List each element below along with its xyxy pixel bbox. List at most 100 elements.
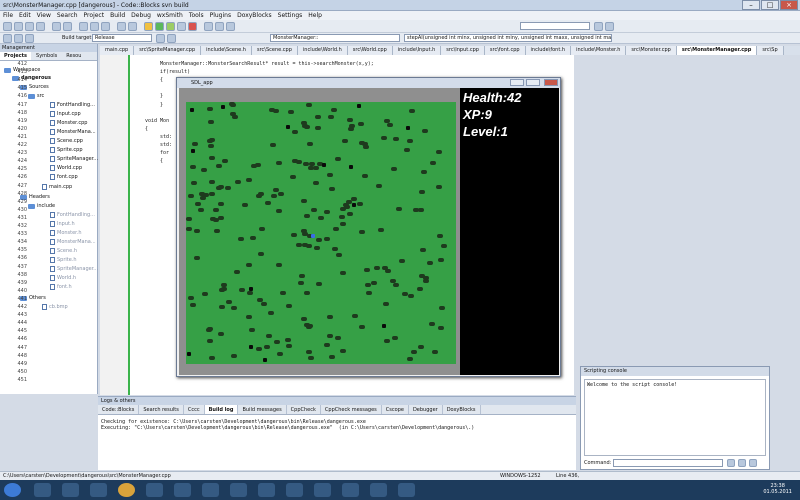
tab-cscope[interactable]: Cscope [382, 405, 409, 414]
tree-file[interactable]: Monster.cpp [50, 120, 87, 126]
tab-monstermanager-cpp[interactable]: src\MonsterManager.cpp [676, 46, 758, 55]
taskbar-app-icon[interactable] [230, 483, 247, 497]
taskbar-app-icon[interactable] [314, 483, 331, 497]
tab-input-h[interactable]: include\Input.h [392, 46, 442, 55]
clear-icon[interactable] [749, 459, 757, 467]
taskbar-app-icon[interactable] [174, 483, 191, 497]
taskbar-app-icon[interactable] [202, 483, 219, 497]
tree-file[interactable]: FontHandling... [50, 212, 95, 218]
search-combo[interactable] [520, 22, 590, 30]
sdl-minimize-button[interactable] [510, 79, 524, 86]
execute-icon[interactable] [727, 459, 735, 467]
paste-icon[interactable] [101, 22, 110, 31]
undo-icon[interactable] [52, 22, 61, 31]
tab-doxyblocks[interactable]: DoxyBlocks [443, 405, 481, 414]
start-button[interactable] [4, 483, 21, 497]
tab-scene-h[interactable]: include\Scene.h [201, 46, 252, 55]
tree-file[interactable]: World.cpp [50, 165, 82, 171]
find-icon[interactable] [117, 22, 126, 31]
new-file-icon[interactable] [3, 22, 12, 31]
menu-help[interactable]: Help [308, 12, 322, 19]
minimize-button[interactable]: – [742, 0, 760, 10]
menu-project[interactable]: Project [84, 12, 105, 19]
tab-input-cpp[interactable]: src\Input.cpp [441, 46, 485, 55]
save-all-icon[interactable] [36, 22, 45, 31]
menu-view[interactable]: View [37, 12, 51, 19]
maximize-button[interactable]: □ [761, 0, 779, 10]
command-input[interactable] [613, 459, 723, 467]
close-button[interactable]: × [780, 0, 798, 10]
tree-file[interactable]: main.cpp [42, 184, 72, 190]
tab-cppcheck-messages[interactable]: CppCheck messages [321, 405, 382, 414]
next-icon[interactable] [167, 34, 176, 43]
tree-file[interactable]: Sprite.cpp [50, 147, 83, 153]
redo-icon[interactable] [63, 22, 72, 31]
tree-file[interactable]: Monster.h [50, 230, 82, 236]
menu-debug[interactable]: Debug [131, 12, 151, 19]
tab-font-cpp[interactable]: src\font.cpp [484, 46, 526, 55]
rebuild-icon[interactable] [177, 22, 186, 31]
tab-spritemanager-cpp[interactable]: src\SpriteManager.cpp [134, 46, 202, 55]
tab-monster-h[interactable]: include\Monster.h [571, 46, 627, 55]
save-icon[interactable] [25, 22, 34, 31]
cut-icon[interactable] [79, 22, 88, 31]
load-icon[interactable] [738, 459, 746, 467]
tab-build-log[interactable]: Build log [204, 405, 239, 414]
tab-world-h[interactable]: include\World.h [297, 46, 348, 55]
tree-file[interactable]: Input.cpp [50, 111, 81, 117]
tab-resources[interactable]: Resou [62, 52, 85, 60]
taskbar-app-icon[interactable] [90, 483, 107, 497]
menu-doxyblocks[interactable]: DoxyBlocks [237, 12, 272, 19]
open-icon[interactable] [14, 22, 23, 31]
menu-search[interactable]: Search [57, 12, 78, 19]
sdl-window[interactable]: SDL_app Health:42 XP:9 Level:1 [176, 77, 561, 377]
prev-icon[interactable] [156, 34, 165, 43]
clock[interactable]: 23:38 01.05.2011 [763, 483, 792, 495]
taskbar-steam-icon[interactable] [286, 483, 303, 497]
tree-file[interactable]: Sprite.h [50, 257, 77, 263]
game-canvas[interactable]: Health:42 XP:9 Level:1 [179, 88, 559, 375]
tab-cppcheck[interactable]: CppCheck [287, 405, 321, 414]
tab-world-cpp[interactable]: src\World.cpp [347, 46, 393, 55]
tree-file[interactable]: font.cpp [50, 174, 78, 180]
abort-icon[interactable] [188, 22, 197, 31]
taskbar-app-icon[interactable] [370, 483, 387, 497]
build-run-icon[interactable] [166, 22, 175, 31]
tree-file[interactable]: cb.bmp [42, 304, 68, 310]
tab-scene-cpp[interactable]: src\Scene.cpp [251, 46, 298, 55]
tab-projects[interactable]: Projects [0, 52, 32, 60]
function-select[interactable]: stepAI(unsigned int minx, unsigned int m… [404, 34, 612, 42]
tab-main-cpp[interactable]: main.cpp [100, 46, 135, 55]
step-over-icon[interactable] [226, 22, 235, 31]
tree-include[interactable]: include [28, 203, 55, 209]
taskbar-app-icon[interactable] [342, 483, 359, 497]
menu-settings[interactable]: Settings [278, 12, 303, 19]
build-small-icon[interactable] [3, 34, 12, 43]
taskbar-app-icon[interactable] [258, 483, 275, 497]
menu-tools[interactable]: Tools [189, 12, 204, 19]
menu-edit[interactable]: Edit [19, 12, 31, 19]
build-icon[interactable] [144, 22, 153, 31]
taskbar-app-icon[interactable] [146, 483, 163, 497]
tab-cccc[interactable]: Cccc [184, 405, 205, 414]
search-options-icon[interactable] [605, 22, 614, 31]
tab-search-results[interactable]: Search results [139, 405, 184, 414]
tab-monster-cpp[interactable]: src\Monster.cpp [626, 46, 677, 55]
menu-wxsmith[interactable]: wxSmith [157, 12, 183, 19]
debug-icon[interactable] [204, 22, 213, 31]
tree-src[interactable]: src [28, 93, 44, 99]
taskbar-app-icon[interactable] [398, 483, 415, 497]
tab-build-messages[interactable]: Build messages [238, 405, 287, 414]
replace-icon[interactable] [128, 22, 137, 31]
taskbar-chrome-icon[interactable] [118, 483, 135, 497]
menu-build[interactable]: Build [110, 12, 125, 19]
sdl-close-button[interactable] [544, 79, 558, 86]
step-into-icon[interactable] [215, 22, 224, 31]
search-go-icon[interactable] [594, 22, 603, 31]
tree-file[interactable]: Input.h [50, 221, 75, 227]
tree-file[interactable]: FontHandling... [50, 102, 95, 108]
sdl-maximize-button[interactable] [526, 79, 540, 86]
scope-select[interactable]: MonsterManager:: [270, 34, 400, 42]
tree-file[interactable]: MonsterMana... [50, 129, 96, 135]
tab-sp[interactable]: src\Sp [757, 46, 784, 55]
